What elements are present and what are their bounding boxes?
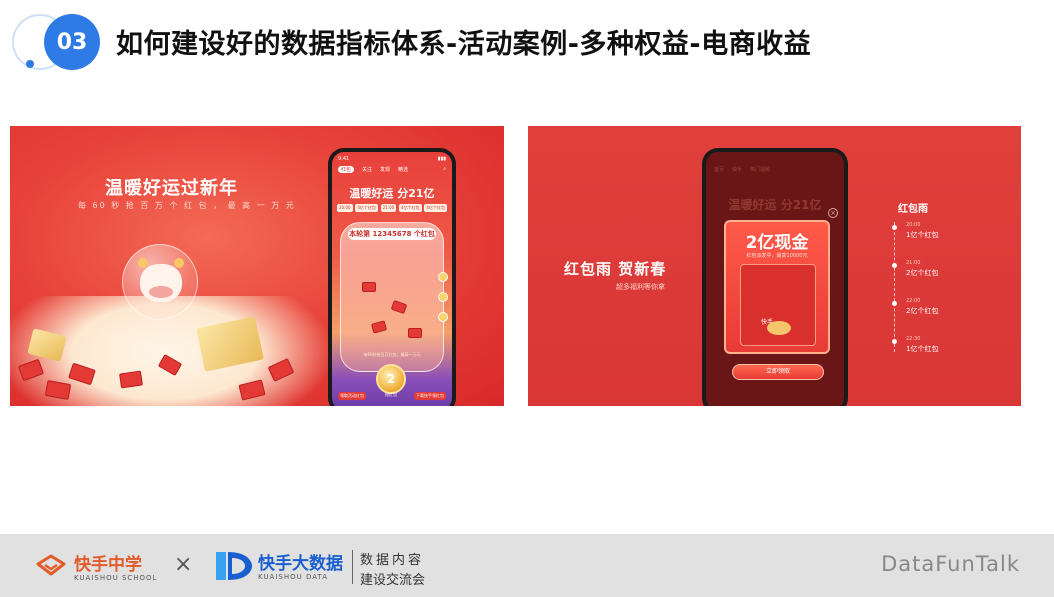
times-icon: ×	[174, 552, 193, 577]
red-envelope	[119, 370, 143, 389]
grab-coin-label: 抢红包	[385, 392, 397, 397]
status-bar: 9:41 ▮▮▮	[338, 156, 446, 162]
schedule-chip[interactable]: 21:00	[380, 204, 397, 212]
download-kuaishou-button[interactable]: 下载快手领红包	[414, 392, 446, 400]
ox-horn-right	[174, 258, 184, 268]
page-title: 如何建设好的数据指标体系-活动案例-多种权益-电商收益	[116, 29, 812, 60]
popup-title: 2亿现金	[745, 233, 809, 253]
dim-tabs: 首页 快手 热门视频	[714, 166, 770, 173]
dim-tab: 首页	[714, 167, 725, 173]
red-envelope	[362, 282, 376, 292]
red-envelope-rain-banner: 红包雨 贺新春 超多福利等你拿 首页 快手 热门视频 温暖好运 分21亿 × 2…	[528, 126, 1021, 406]
section-number: 03	[44, 14, 100, 70]
schedule-chips: 20:00 4亿个红包 21:00 4亿个红包 4亿个红包	[337, 204, 447, 212]
tab-discover[interactable]: 发现	[380, 166, 390, 173]
close-icon[interactable]: ×	[828, 208, 838, 218]
activity-envelope-button[interactable]: 领取活动红包	[338, 392, 366, 400]
envelope-seal	[767, 321, 791, 335]
timeline-label: 1亿个红包	[906, 345, 939, 353]
spring-festival-banner: 温暖好运过新年 每 60 秒 抢 百 万 个 红 包 ， 最 高 一 万 元 9…	[10, 126, 504, 406]
timeline-title: 红包雨	[898, 204, 928, 215]
dim-tab: 热门视频	[750, 167, 771, 173]
side-activity-icon[interactable]	[438, 292, 448, 302]
timeline-time: 21:00	[906, 260, 921, 266]
datafuntalk-logo: DataFunTalk	[881, 552, 1020, 576]
campaign-title: 温暖好运 分21亿	[349, 187, 435, 200]
grab-coin-button[interactable]: 2	[376, 364, 406, 394]
search-icon[interactable]: ⌕	[443, 166, 446, 173]
footer-tag-line1: 数据内容	[360, 553, 425, 568]
dim-campaign-title: 温暖好运 分21亿	[728, 198, 822, 212]
tab-follow[interactable]: 关注	[362, 166, 372, 173]
cash-popup: 2亿现金 红包派发中，最高10000元 快手	[724, 220, 830, 354]
app-tabs: 红包 关注 发现 精选 ⌕	[338, 166, 446, 173]
claim-now-button[interactable]: 立即领取	[732, 364, 824, 380]
badge-dot	[26, 60, 34, 68]
schedule-chip[interactable]: 4亿个红包	[399, 204, 422, 212]
timeline-dot	[892, 301, 897, 306]
phone-screen: 首页 快手 热门视频 温暖好运 分21亿 × 2亿现金 红包派发中，最高1000…	[706, 152, 844, 406]
ox-nose	[149, 286, 173, 298]
kuaishou-data-sub: KUAISHOU DATA	[258, 573, 328, 581]
popup-red-envelope: 快手	[740, 264, 816, 346]
tab-featured[interactable]: 精选	[398, 166, 408, 173]
kuaishou-school-name: 快手中学	[74, 555, 142, 575]
timeline-time: 22:30	[906, 336, 921, 342]
timeline-label: 2亿个红包	[906, 269, 939, 277]
signal-icon: ▮▮▮	[437, 156, 446, 162]
timeline-time: 22:00	[906, 298, 921, 304]
timeline-line	[894, 222, 895, 352]
red-envelope-jar	[340, 222, 444, 372]
timeline-dot	[892, 339, 897, 344]
kuaishou-school-logo	[36, 554, 66, 576]
timeline-label: 2亿个红包	[906, 307, 939, 315]
footer-divider	[352, 550, 353, 584]
schedule-chip[interactable]: 4亿个红包	[355, 204, 378, 212]
timeline-label: 1亿个红包	[906, 231, 939, 239]
dim-tab: 快手	[732, 167, 743, 173]
status-time: 9:41	[338, 156, 350, 162]
red-envelope	[408, 328, 422, 338]
schedule-chip[interactable]: 4亿个红包	[424, 204, 447, 212]
rain-subtitle: 超多福利等你拿	[616, 283, 665, 291]
banner-subtitle: 每 60 秒 抢 百 万 个 红 包 ， 最 高 一 万 元	[78, 201, 296, 210]
side-activity-icon[interactable]	[438, 272, 448, 282]
tab-hongbao[interactable]: 红包	[338, 166, 355, 173]
footer-tag-line2: 建设交流会	[360, 573, 426, 588]
section-badge: 03	[10, 8, 102, 72]
timeline-dot	[892, 263, 897, 268]
banner-title: 温暖好运过新年	[105, 178, 238, 199]
phone-mockup-popup: 首页 快手 热门视频 温暖好运 分21亿 × 2亿现金 红包派发中，最高1000…	[702, 148, 848, 406]
envelope-counter: 本轮第 12345678 个红包	[348, 228, 436, 240]
popup-subtitle: 红包派发中，最高10000元	[746, 253, 808, 259]
kuaishou-data-name: 快手大数据	[258, 554, 343, 574]
footer: 快手中学 KUAISHOU SCHOOL × 快手大数据 KUAISHOU DA…	[0, 534, 1054, 597]
phone-mockup-main: 9:41 ▮▮▮ 红包 关注 发现 精选 ⌕ 温暖好运 分21亿 20:00 4…	[328, 148, 456, 406]
timeline-dot	[892, 225, 897, 230]
jar-message: 每60秒抢百万红包，最高一万元	[363, 352, 421, 357]
kuaishou-school-sub: KUAISHOU SCHOOL	[74, 574, 158, 582]
timeline-time: 20:00	[906, 222, 921, 228]
kuaishou-data-logo	[216, 552, 252, 580]
phone-screen: 9:41 ▮▮▮ 红包 关注 发现 精选 ⌕ 温暖好运 分21亿 20:00 4…	[332, 152, 452, 406]
side-activity-icon[interactable]	[438, 312, 448, 322]
rain-title: 红包雨 贺新春	[564, 260, 667, 278]
schedule-chip[interactable]: 20:00	[337, 204, 353, 212]
